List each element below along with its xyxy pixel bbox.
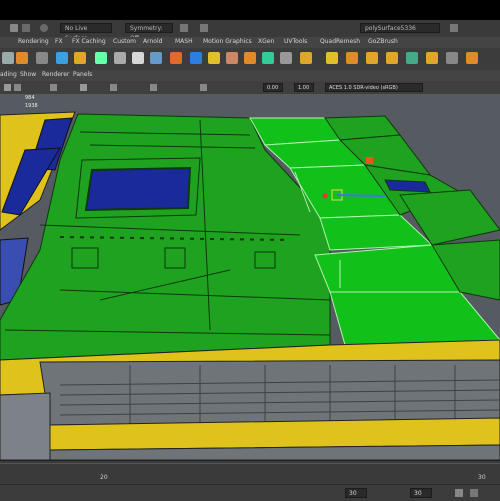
gear-icon[interactable] bbox=[2, 52, 14, 64]
hud-value-2: 1938 bbox=[25, 103, 38, 109]
text-icon[interactable] bbox=[16, 52, 28, 64]
roof-box-1 bbox=[71, 247, 99, 269]
tab-gozbrush[interactable]: GoZBrush bbox=[368, 38, 398, 45]
exposure-field[interactable]: 0.00 bbox=[263, 83, 283, 92]
viewport-toolbar: 0.00 1.00 ACES 1.0 SDR-video (sRGB) bbox=[0, 81, 500, 95]
tick-label: 30 bbox=[478, 474, 486, 481]
tool-icon[interactable] bbox=[10, 24, 18, 32]
status-line: No Live Surface Symmetry: Off polySurfac… bbox=[0, 20, 500, 42]
menu-show[interactable]: Show bbox=[20, 71, 36, 78]
merge-icon[interactable] bbox=[226, 52, 238, 64]
menu-panels[interactable]: Panels bbox=[73, 71, 92, 78]
shelf-tabs: Rendering FX FX Caching Custom Arnold MA… bbox=[0, 37, 500, 48]
shelf bbox=[0, 48, 500, 71]
hud-stats: 984 1938 bbox=[0, 94, 70, 112]
tab-quadremesh[interactable]: QuadRemesh bbox=[320, 38, 360, 45]
roof-window bbox=[84, 166, 192, 212]
time-slider[interactable]: 20 30 bbox=[0, 460, 500, 485]
left-pillar bbox=[0, 392, 51, 460]
snap-icon[interactable] bbox=[22, 24, 30, 32]
sphere-icon[interactable] bbox=[95, 52, 107, 64]
range-end-field[interactable]: 30 bbox=[410, 488, 432, 498]
plane-icon[interactable] bbox=[114, 52, 126, 64]
color-space-dropdown[interactable]: ACES 1.0 SDR-video (sRGB) bbox=[325, 83, 423, 92]
range-start-field[interactable]: 30 bbox=[345, 488, 367, 498]
quad-draw-icon[interactable] bbox=[426, 52, 438, 64]
tab-uvtools[interactable]: UVTools bbox=[284, 38, 307, 45]
uv-icon[interactable] bbox=[406, 52, 418, 64]
gamma-value: 1.00 bbox=[298, 85, 310, 91]
bridge-icon[interactable] bbox=[208, 52, 220, 64]
cone-icon[interactable] bbox=[150, 52, 162, 64]
tick-label: 20 bbox=[100, 474, 108, 481]
range-start-value: 30 bbox=[349, 490, 357, 497]
tab-rendering[interactable]: Rendering bbox=[18, 38, 49, 45]
roof-box-3 bbox=[254, 251, 276, 269]
tab-xgen[interactable]: XGen bbox=[258, 38, 274, 45]
playback-icon[interactable] bbox=[455, 489, 463, 497]
object-name-label: polySurface5336 bbox=[365, 25, 416, 32]
tab-motion-graphics[interactable]: Motion Graphics bbox=[203, 38, 252, 45]
smooth-icon[interactable] bbox=[280, 52, 292, 64]
torus-icon[interactable] bbox=[132, 52, 144, 64]
magnet-icon[interactable] bbox=[40, 24, 48, 32]
range-end-value: 30 bbox=[414, 490, 422, 497]
extrude-icon[interactable] bbox=[170, 52, 182, 64]
ipr-icon[interactable] bbox=[200, 24, 208, 32]
object-name-field[interactable]: polySurface5336 bbox=[360, 23, 440, 33]
cylinder-icon[interactable] bbox=[74, 52, 86, 64]
wireframe-icon[interactable] bbox=[50, 84, 57, 91]
texture-icon[interactable] bbox=[110, 84, 117, 91]
live-surface-field[interactable]: No Live Surface bbox=[60, 23, 112, 42]
tab-fx-caching[interactable]: FX Caching bbox=[72, 38, 106, 45]
svg-icon[interactable] bbox=[36, 52, 48, 64]
boolean-icon[interactable] bbox=[300, 52, 312, 64]
edge-loop-icon[interactable] bbox=[386, 52, 398, 64]
target-weld-icon[interactable] bbox=[346, 52, 358, 64]
settings-icon[interactable] bbox=[470, 489, 478, 497]
roof-box-2 bbox=[164, 247, 186, 269]
mirror-icon[interactable] bbox=[326, 52, 338, 64]
search-icon[interactable] bbox=[450, 24, 458, 32]
hud-value-1: 984 bbox=[25, 95, 35, 101]
combine-icon[interactable] bbox=[244, 52, 256, 64]
menu-renderer[interactable]: Renderer bbox=[42, 71, 69, 78]
range-slider: 30 30 bbox=[0, 484, 500, 501]
viewport[interactable] bbox=[0, 94, 500, 460]
camera-icon[interactable] bbox=[4, 84, 11, 91]
separate-icon[interactable] bbox=[262, 52, 274, 64]
grid-icon[interactable] bbox=[14, 84, 21, 91]
color-space-value: ACES 1.0 SDR-video (sRGB) bbox=[329, 85, 398, 91]
gamma-field[interactable]: 1.00 bbox=[294, 83, 314, 92]
tab-mash[interactable]: MASH bbox=[175, 38, 193, 45]
menu-shading[interactable]: ading bbox=[0, 71, 17, 78]
paint-icon[interactable] bbox=[466, 52, 478, 64]
multicut-icon[interactable] bbox=[366, 52, 378, 64]
render-icon[interactable] bbox=[180, 24, 188, 32]
tab-fx[interactable]: FX bbox=[55, 38, 63, 45]
cube-icon[interactable] bbox=[56, 52, 68, 64]
isolate-icon[interactable] bbox=[200, 84, 207, 91]
tab-arnold[interactable]: Arnold bbox=[143, 38, 162, 45]
tab-custom[interactable]: Custom bbox=[113, 38, 136, 45]
bevel-icon[interactable] bbox=[190, 52, 202, 64]
symmetry-field[interactable]: Symmetry: Off bbox=[125, 23, 173, 42]
exposure-value: 0.00 bbox=[267, 85, 279, 91]
scene-render bbox=[0, 94, 500, 460]
panel-menubar: ading Show Renderer Panels bbox=[0, 70, 500, 81]
light-icon[interactable] bbox=[150, 84, 157, 91]
sculpt-icon[interactable] bbox=[446, 52, 458, 64]
shaded-icon[interactable] bbox=[80, 84, 87, 91]
